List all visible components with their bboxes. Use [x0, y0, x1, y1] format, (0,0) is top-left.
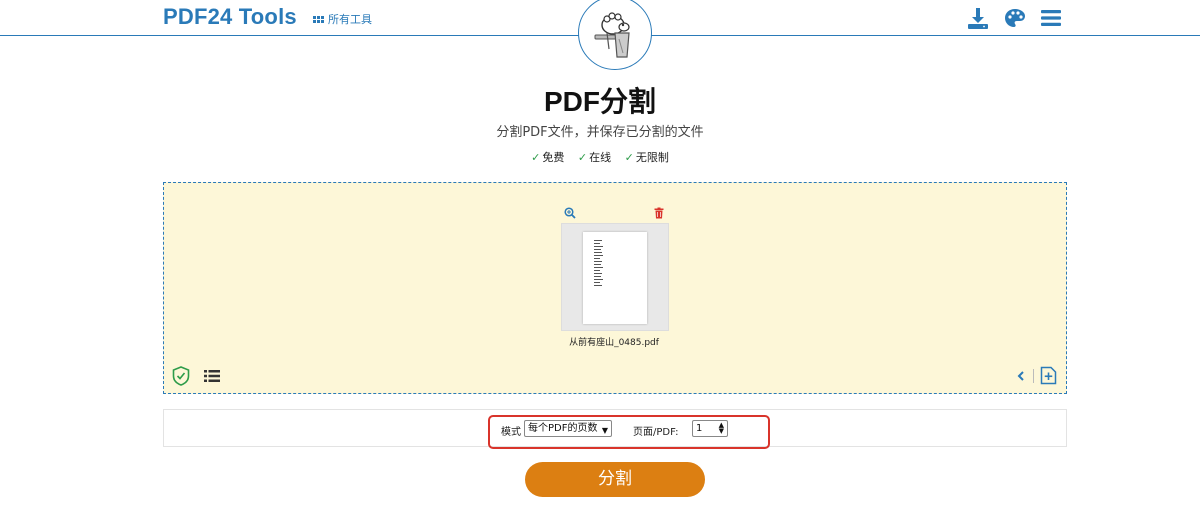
file-drop-zone[interactable]: 从前有座山_0485.pdf	[163, 182, 1067, 394]
mode-label: 模式	[501, 427, 521, 438]
file-name: 从前有座山_0485.pdf	[569, 338, 659, 348]
feature-item: ✓ 无限制	[624, 151, 669, 164]
pages-per-pdf-label: 页面/PDF:	[633, 427, 679, 438]
palette-icon[interactable]	[1003, 6, 1027, 30]
pdf-page-preview	[583, 232, 647, 324]
chevron-left-icon[interactable]	[1015, 370, 1027, 382]
mascot-icon	[594, 12, 630, 58]
split-button[interactable]: 分割	[525, 462, 705, 497]
toolbar-divider	[1033, 369, 1034, 383]
all-tools-link[interactable]: 所有工具	[313, 11, 372, 27]
pages-per-pdf-value: 1	[696, 423, 703, 434]
check-icon: ✓	[531, 151, 541, 164]
zoom-icon[interactable]	[564, 207, 576, 219]
feature-list: ✓ 免费 ✓ 在线 ✓ 无限制	[0, 149, 1200, 165]
brand-logo-text[interactable]: PDF24 Tools	[163, 4, 297, 30]
download-icon[interactable]	[966, 6, 990, 30]
grid-icon	[313, 15, 324, 23]
file-thumbnail[interactable]	[561, 223, 669, 331]
mode-select-value: 每个PDF的页数	[528, 423, 598, 434]
list-icon[interactable]	[204, 370, 220, 382]
shield-icon[interactable]	[172, 366, 190, 386]
check-icon: ✓	[624, 151, 634, 164]
all-tools-label: 所有工具	[328, 13, 372, 26]
page-title: PDF分割	[543, 86, 656, 117]
feature-item: ✓ 免费	[531, 151, 565, 164]
page-subtitle: 分割PDF文件，并保存已分割的文件	[496, 125, 704, 140]
feature-item: ✓ 在线	[577, 151, 612, 164]
chevron-down-icon: ▼	[601, 426, 608, 435]
spinner-icon[interactable]: ▲ ▼	[719, 422, 724, 435]
check-icon: ✓	[577, 151, 588, 164]
menu-icon[interactable]	[1039, 6, 1063, 30]
pages-per-pdf-input[interactable]: 1 ▲ ▼	[692, 420, 728, 437]
mascot-logo[interactable]	[578, 0, 652, 70]
mode-select[interactable]: 每个PDF的页数 ▼	[524, 420, 612, 437]
add-file-icon[interactable]	[1040, 366, 1057, 385]
trash-icon[interactable]	[653, 207, 665, 219]
